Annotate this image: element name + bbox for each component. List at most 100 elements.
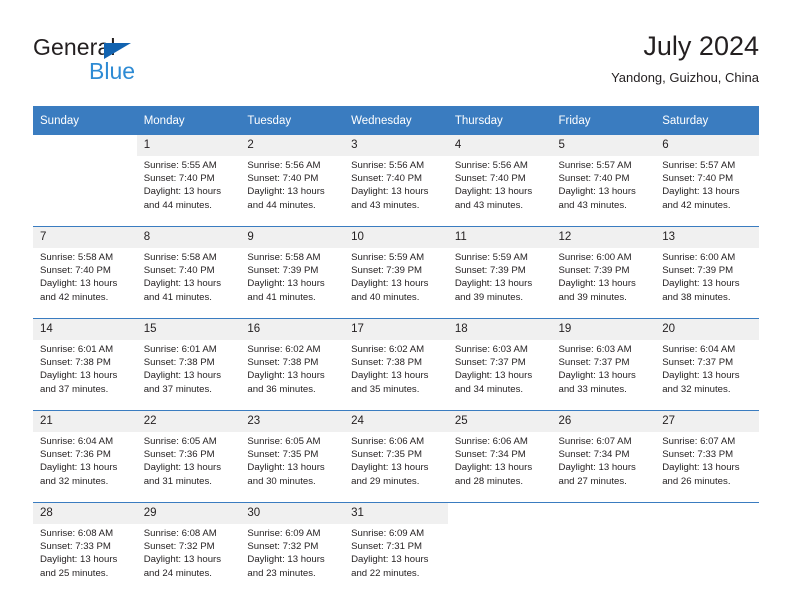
daylight-text-line2: and 43 minutes. <box>351 199 420 211</box>
calendar-day-cell[interactable]: 11 Sunrise: 5:59 AM Sunset: 7:39 PM Dayl… <box>447 226 552 319</box>
day-number: 24 <box>344 411 448 432</box>
daylight-text-line1: Daylight: 13 hours <box>662 278 740 290</box>
sunrise-text: Sunrise: 6:02 AM <box>351 344 425 355</box>
sunrise-text: Sunrise: 5:58 AM <box>143 252 217 263</box>
calendar-day-cell[interactable]: 26 Sunrise: 6:07 AM Sunset: 7:34 PM Dayl… <box>551 410 656 503</box>
calendar-day-cell[interactable]: 6 Sunrise: 5:57 AM Sunset: 7:40 PM Dayli… <box>655 135 759 227</box>
calendar-body: 1 Sunrise: 5:55 AM Sunset: 7:40 PM Dayli… <box>33 135 759 594</box>
calendar-table: Sunday Monday Tuesday Wednesday Thursday… <box>33 106 759 594</box>
calendar-day-cell[interactable]: 27 Sunrise: 6:07 AM Sunset: 7:33 PM Dayl… <box>655 410 759 503</box>
calendar-day-cell[interactable]: 10 Sunrise: 5:59 AM Sunset: 7:39 PM Dayl… <box>344 226 448 319</box>
day-details: Sunrise: 5:59 AM Sunset: 7:39 PM Dayligh… <box>344 248 448 304</box>
day-number: 26 <box>551 411 656 432</box>
sunrise-text: Sunrise: 5:58 AM <box>40 252 114 263</box>
day-number: 22 <box>136 411 241 432</box>
calendar-day-cell[interactable]: 15 Sunrise: 6:01 AM Sunset: 7:38 PM Dayl… <box>136 318 241 411</box>
daylight-text-line1: Daylight: 13 hours <box>558 186 636 198</box>
calendar-day-cell[interactable] <box>551 502 656 594</box>
daylight-text-line1: Daylight: 13 hours <box>143 186 222 198</box>
location-subtitle: Yandong, Guizhou, China <box>611 70 759 85</box>
calendar-day-cell[interactable]: 2 Sunrise: 5:56 AM Sunset: 7:40 PM Dayli… <box>240 135 345 227</box>
daylight-text-line1: Daylight: 13 hours <box>662 186 740 198</box>
calendar-day-cell[interactable] <box>33 135 137 227</box>
sunset-text: Sunset: 7:40 PM <box>143 265 215 277</box>
weekday-header-friday: Friday <box>551 106 656 135</box>
calendar-day-cell[interactable]: 23 Sunrise: 6:05 AM Sunset: 7:35 PM Dayl… <box>240 410 345 503</box>
day-details: Sunrise: 6:04 AM Sunset: 7:36 PM Dayligh… <box>33 432 137 488</box>
daylight-text-line1: Daylight: 13 hours <box>351 186 429 198</box>
day-number <box>655 503 759 524</box>
day-details: Sunrise: 5:57 AM Sunset: 7:40 PM Dayligh… <box>655 156 759 212</box>
sunrise-text: Sunrise: 5:56 AM <box>351 160 425 171</box>
calendar-day-cell[interactable]: 12 Sunrise: 6:00 AM Sunset: 7:39 PM Dayl… <box>551 226 656 319</box>
calendar-day-cell[interactable] <box>447 502 552 594</box>
day-details: Sunrise: 5:57 AM Sunset: 7:40 PM Dayligh… <box>552 156 656 212</box>
page-title: July 2024 <box>643 31 759 61</box>
calendar-day-cell[interactable]: 28 Sunrise: 6:08 AM Sunset: 7:33 PM Dayl… <box>33 502 137 594</box>
weekday-header-sunday: Sunday <box>33 106 137 135</box>
daylight-text-line1: Daylight: 13 hours <box>247 278 325 290</box>
day-details: Sunrise: 5:59 AM Sunset: 7:39 PM Dayligh… <box>448 248 552 304</box>
day-details: Sunrise: 6:00 AM Sunset: 7:39 PM Dayligh… <box>655 248 759 304</box>
logo-text-blue: Blue <box>89 58 136 84</box>
daylight-text-line2: and 25 minutes. <box>40 567 109 579</box>
calendar-day-cell[interactable]: 7 Sunrise: 5:58 AM Sunset: 7:40 PM Dayli… <box>33 226 137 319</box>
day-number: 27 <box>655 411 759 432</box>
sunset-text: Sunset: 7:40 PM <box>662 173 734 185</box>
calendar-day-cell[interactable]: 9 Sunrise: 5:58 AM Sunset: 7:39 PM Dayli… <box>240 226 345 319</box>
weekday-header-tuesday: Tuesday <box>240 106 345 135</box>
day-number: 23 <box>240 411 345 432</box>
calendar-day-cell[interactable]: 24 Sunrise: 6:06 AM Sunset: 7:35 PM Dayl… <box>344 410 448 503</box>
calendar-day-cell[interactable]: 14 Sunrise: 6:01 AM Sunset: 7:38 PM Dayl… <box>33 318 137 411</box>
day-number: 11 <box>447 227 552 248</box>
calendar-day-cell[interactable]: 21 Sunrise: 6:04 AM Sunset: 7:36 PM Dayl… <box>33 410 137 503</box>
general-blue-logo[interactable]: General Blue <box>33 34 233 90</box>
calendar-day-cell[interactable]: 25 Sunrise: 6:06 AM Sunset: 7:34 PM Dayl… <box>447 410 552 503</box>
day-details: Sunrise: 6:09 AM Sunset: 7:32 PM Dayligh… <box>240 524 344 580</box>
calendar-day-cell[interactable]: 16 Sunrise: 6:02 AM Sunset: 7:38 PM Dayl… <box>240 318 345 411</box>
sunrise-text: Sunrise: 6:08 AM <box>143 528 217 539</box>
calendar-day-cell[interactable]: 31 Sunrise: 6:09 AM Sunset: 7:31 PM Dayl… <box>344 502 448 594</box>
sunrise-text: Sunrise: 6:03 AM <box>558 344 632 355</box>
daylight-text-line2: and 36 minutes. <box>247 383 316 395</box>
day-details: Sunrise: 6:03 AM Sunset: 7:37 PM Dayligh… <box>552 340 656 396</box>
weekday-header-thursday: Thursday <box>447 106 552 135</box>
calendar-day-cell[interactable]: 19 Sunrise: 6:03 AM Sunset: 7:37 PM Dayl… <box>551 318 656 411</box>
sunset-text: Sunset: 7:40 PM <box>454 173 526 185</box>
calendar-day-cell[interactable]: 20 Sunrise: 6:04 AM Sunset: 7:37 PM Dayl… <box>655 318 759 411</box>
calendar-day-cell[interactable]: 30 Sunrise: 6:09 AM Sunset: 7:32 PM Dayl… <box>240 502 345 594</box>
sunset-text: Sunset: 7:39 PM <box>558 265 630 277</box>
sunset-text: Sunset: 7:35 PM <box>247 449 319 461</box>
daylight-text-line2: and 40 minutes. <box>351 291 420 303</box>
calendar-day-cell[interactable]: 18 Sunrise: 6:03 AM Sunset: 7:37 PM Dayl… <box>447 318 552 411</box>
calendar-day-cell[interactable]: 22 Sunrise: 6:05 AM Sunset: 7:36 PM Dayl… <box>136 410 241 503</box>
calendar-day-cell[interactable] <box>655 502 759 594</box>
calendar-day-cell[interactable]: 4 Sunrise: 5:56 AM Sunset: 7:40 PM Dayli… <box>447 135 552 227</box>
calendar-day-cell[interactable]: 29 Sunrise: 6:08 AM Sunset: 7:32 PM Dayl… <box>136 502 241 594</box>
calendar-day-cell[interactable]: 17 Sunrise: 6:02 AM Sunset: 7:38 PM Dayl… <box>344 318 448 411</box>
sunrise-text: Sunrise: 6:06 AM <box>351 436 425 447</box>
calendar-week-row: 14 Sunrise: 6:01 AM Sunset: 7:38 PM Dayl… <box>33 318 759 411</box>
daylight-text-line2: and 44 minutes. <box>247 199 316 211</box>
calendar-week-row: 21 Sunrise: 6:04 AM Sunset: 7:36 PM Dayl… <box>33 410 759 503</box>
calendar-day-cell[interactable]: 13 Sunrise: 6:00 AM Sunset: 7:39 PM Dayl… <box>655 226 759 319</box>
daylight-text-line2: and 43 minutes. <box>558 199 627 211</box>
day-number: 4 <box>447 135 552 156</box>
daylight-text-line1: Daylight: 13 hours <box>351 278 429 290</box>
sunset-text: Sunset: 7:37 PM <box>454 357 526 369</box>
day-details: Sunrise: 6:07 AM Sunset: 7:33 PM Dayligh… <box>655 432 759 488</box>
sunrise-text: Sunrise: 6:05 AM <box>143 436 217 447</box>
daylight-text-line1: Daylight: 13 hours <box>351 554 429 566</box>
daylight-text-line2: and 22 minutes. <box>351 567 420 579</box>
day-details: Sunrise: 6:05 AM Sunset: 7:36 PM Dayligh… <box>137 432 241 488</box>
calendar-day-cell[interactable]: 5 Sunrise: 5:57 AM Sunset: 7:40 PM Dayli… <box>551 135 656 227</box>
daylight-text-line2: and 43 minutes. <box>454 199 524 211</box>
day-details <box>655 524 759 527</box>
sunrise-text: Sunrise: 6:09 AM <box>247 528 321 539</box>
day-details: Sunrise: 5:58 AM Sunset: 7:39 PM Dayligh… <box>240 248 344 304</box>
sunset-text: Sunset: 7:34 PM <box>454 449 526 461</box>
calendar-day-cell[interactable]: 8 Sunrise: 5:58 AM Sunset: 7:40 PM Dayli… <box>136 226 241 319</box>
daylight-text-line2: and 42 minutes. <box>662 199 731 211</box>
calendar-day-cell[interactable]: 1 Sunrise: 5:55 AM Sunset: 7:40 PM Dayli… <box>136 135 241 227</box>
calendar-day-cell[interactable]: 3 Sunrise: 5:56 AM Sunset: 7:40 PM Dayli… <box>344 135 448 227</box>
